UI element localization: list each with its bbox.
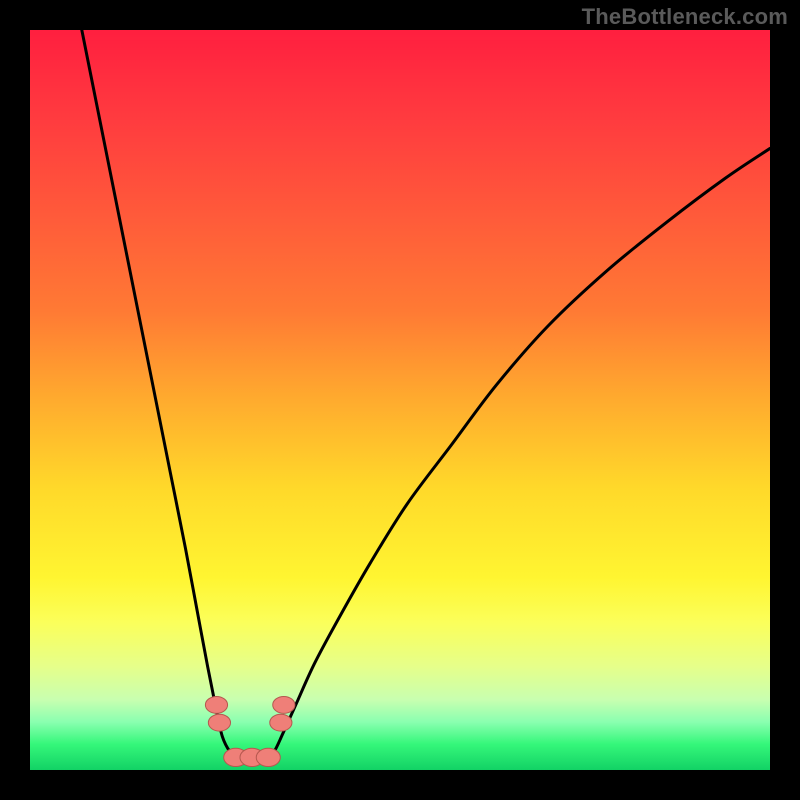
watermark-text: TheBottleneck.com bbox=[582, 4, 788, 30]
marker-left-dot-upper bbox=[205, 696, 227, 713]
marker-floor-dot-right bbox=[256, 748, 280, 766]
series-right-arm bbox=[267, 148, 770, 757]
curve-layer bbox=[30, 30, 770, 770]
marker-right-dot-lower bbox=[270, 714, 292, 731]
marker-right-dot-upper bbox=[273, 696, 295, 713]
series-left-arm bbox=[82, 30, 237, 757]
plot-area bbox=[30, 30, 770, 770]
marker-left-dot-lower bbox=[208, 714, 230, 731]
chart-frame: TheBottleneck.com bbox=[0, 0, 800, 800]
